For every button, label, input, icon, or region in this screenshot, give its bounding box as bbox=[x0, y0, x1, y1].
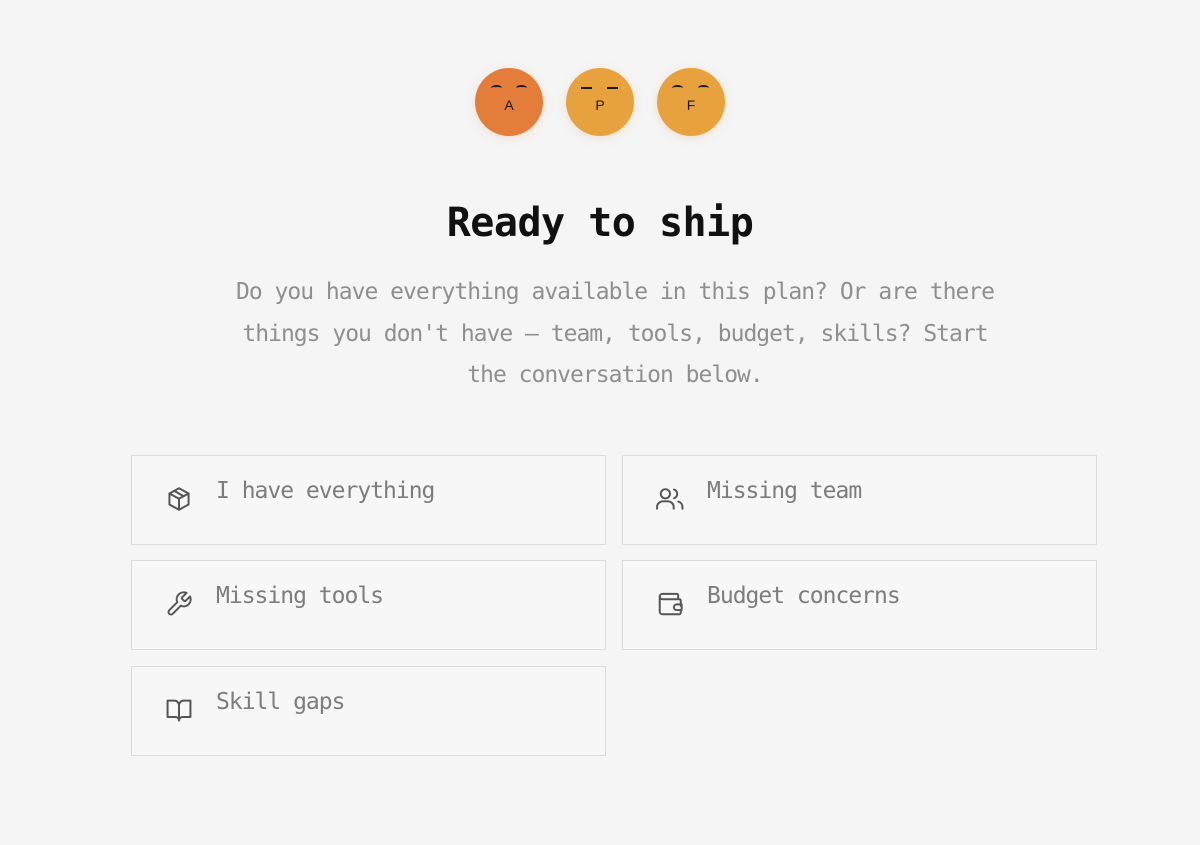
avatar-initial: F bbox=[686, 97, 696, 113]
left-eye bbox=[672, 85, 683, 91]
right-eye bbox=[607, 87, 618, 93]
book-icon bbox=[164, 695, 194, 725]
option-label: Skill gaps bbox=[216, 689, 345, 715]
right-eye bbox=[516, 85, 527, 91]
wrench-icon bbox=[164, 589, 194, 619]
package-icon bbox=[164, 484, 194, 514]
agent-avatars: A P F bbox=[0, 68, 1200, 136]
option-label: Missing team bbox=[707, 478, 862, 504]
avatar-initial: A bbox=[504, 97, 514, 113]
avatar: P bbox=[566, 68, 634, 136]
avatar-initial: P bbox=[595, 97, 605, 113]
left-eye bbox=[491, 85, 502, 91]
option-i-have-everything[interactable]: I have everything bbox=[131, 455, 606, 545]
ready-to-ship-screen: A P F Ready to ship Do you have everythi… bbox=[0, 0, 1200, 845]
option-label: Missing tools bbox=[216, 583, 384, 609]
option-missing-team[interactable]: Missing team bbox=[622, 455, 1097, 545]
option-label: Budget concerns bbox=[707, 583, 901, 609]
avatar: F bbox=[657, 68, 725, 136]
left-eye bbox=[581, 87, 592, 93]
users-icon bbox=[655, 484, 685, 514]
option-label: I have everything bbox=[216, 478, 435, 504]
option-budget-concerns[interactable]: Budget concerns bbox=[622, 560, 1097, 650]
wallet-icon bbox=[655, 589, 685, 619]
option-skill-gaps[interactable]: Skill gaps bbox=[131, 666, 606, 756]
option-missing-tools[interactable]: Missing tools bbox=[131, 560, 606, 650]
avatar: A bbox=[475, 68, 543, 136]
right-eye bbox=[698, 85, 709, 91]
page-subtitle: Do you have everything available in this… bbox=[236, 279, 995, 388]
page-title: Ready to ship bbox=[446, 200, 754, 246]
